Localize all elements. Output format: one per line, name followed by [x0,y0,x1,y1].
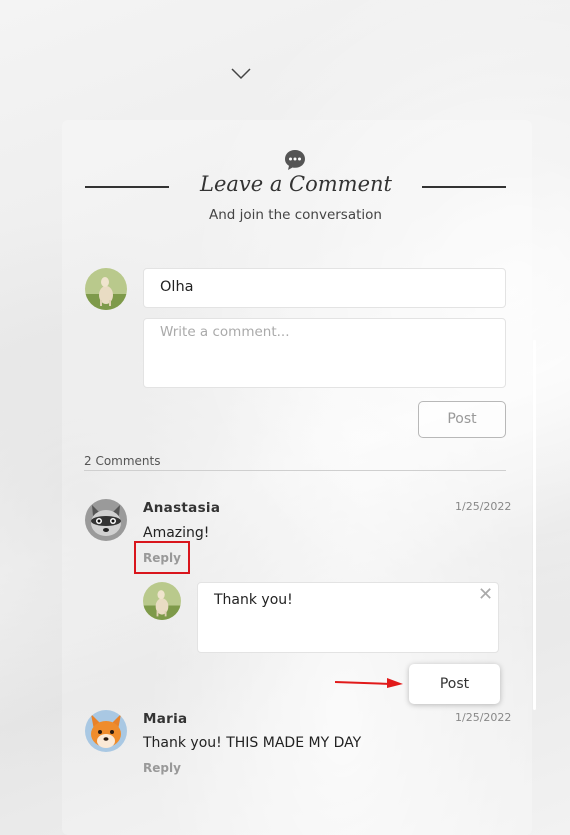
comment-panel [62,120,532,835]
comment-date: 1/25/2022 [455,500,512,513]
name-field[interactable]: Olha [143,268,506,308]
chevron-down-icon[interactable] [231,68,251,80]
comment-author[interactable]: Anastasia [143,500,220,516]
comment-text: Amazing! [143,525,210,541]
post-comment-button[interactable]: Post [418,401,506,438]
page-subtitle: And join the conversation [209,207,382,223]
page-title: Leave a Comment [200,172,392,196]
arrow-icon [335,678,403,688]
reply-user-avatar [143,582,181,620]
scrollbar[interactable] [533,340,536,710]
comment-author[interactable]: Maria [143,711,187,727]
reply-highlight-box [134,541,190,574]
raccoon-avatar [85,499,127,541]
comment-input[interactable]: Write a comment... [143,318,506,388]
user-avatar [85,268,127,310]
title-rule-right [422,186,506,188]
chat-bubble-icon [285,150,305,170]
comments-count: 2 Comments [84,454,161,468]
title-rule-left [85,186,169,188]
comment-text: Thank you! THIS MADE MY DAY [143,735,362,751]
close-icon[interactable]: ✕ [478,586,493,604]
comments-divider [84,470,506,471]
fox-avatar [85,710,127,752]
comment-date: 1/25/2022 [455,711,512,724]
reply-link[interactable]: Reply [143,761,181,775]
post-reply-button[interactable]: Post [409,664,500,704]
reply-input[interactable]: Thank you! [197,582,499,653]
